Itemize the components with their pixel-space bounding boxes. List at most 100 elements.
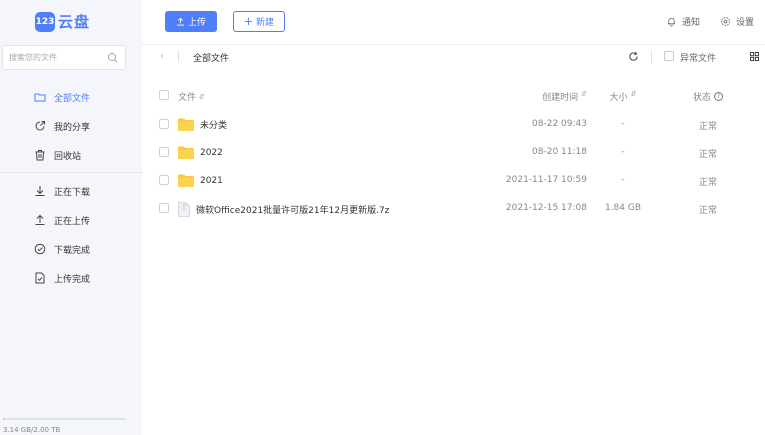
storage-text: 3.14 GB/2.00 TB xyxy=(3,426,61,434)
logo-mark: 123 xyxy=(35,11,55,32)
file-name-cell[interactable]: 2022 xyxy=(178,146,223,159)
share-icon xyxy=(35,121,45,131)
check-circle-icon xyxy=(34,243,46,255)
notify-label: 通知 xyxy=(682,18,701,28)
download-icon xyxy=(35,186,45,196)
file-name-cell[interactable]: 未分类 xyxy=(178,118,227,131)
file-size: - xyxy=(621,147,625,157)
file-check-icon xyxy=(35,272,45,284)
search-input[interactable] xyxy=(9,53,107,62)
search-box xyxy=(2,45,126,70)
toolbar-separator xyxy=(651,51,652,63)
file-time: 08-22 09:43 xyxy=(532,119,587,129)
table-row[interactable]: 微软Office2021批量许可版21年12月更新版.7z 2021-12-15… xyxy=(142,196,765,222)
row-checkbox[interactable] xyxy=(159,175,169,185)
sidebar-item-label: 回收站 xyxy=(54,151,82,162)
sort-icon: ⇵ xyxy=(199,92,205,101)
sidebar-divider xyxy=(0,172,142,173)
upload-icon xyxy=(176,17,185,26)
help-icon[interactable]: ? xyxy=(714,92,723,101)
sidebar-item-label: 正在上传 xyxy=(54,216,91,227)
header-name-label: 文件 xyxy=(178,93,197,103)
table-row[interactable]: 2022 08-20 11:18 - 正常 xyxy=(142,140,765,166)
row-checkbox[interactable] xyxy=(159,147,169,157)
grid-view-icon[interactable] xyxy=(750,52,759,61)
app-logo[interactable]: 123 云盘 xyxy=(35,11,90,32)
back-arrow-icon[interactable]: ‹ xyxy=(160,51,170,63)
folder-icon xyxy=(178,174,194,187)
file-name: 微软Office2021批量许可版21年12月更新版.7z xyxy=(196,206,390,216)
folder-icon xyxy=(178,118,194,131)
folder-icon xyxy=(34,93,46,102)
file-size: - xyxy=(621,119,625,129)
sidebar-item-download-complete[interactable]: 下载完成 xyxy=(34,241,90,257)
header-status-label: 状态 xyxy=(692,93,711,103)
abnormal-files-label: 异常文件 xyxy=(680,54,717,64)
sidebar-item-recycle-bin[interactable]: 回收站 xyxy=(34,147,81,163)
gear-icon xyxy=(721,17,730,26)
logo-text: 云盘 xyxy=(58,13,91,31)
new-button[interactable]: 新建 xyxy=(233,11,285,32)
sort-icon: ⇵ xyxy=(630,90,637,98)
sidebar-item-label: 下载完成 xyxy=(54,245,91,256)
plus-icon xyxy=(244,17,253,26)
file-size: 1.84 GB xyxy=(604,203,642,213)
trash-icon xyxy=(35,150,45,161)
abnormal-files-checkbox[interactable] xyxy=(664,51,674,61)
breadcrumb-toolbar: ‹ 全部文件 异常文件 xyxy=(142,46,765,68)
file-status: 正常 xyxy=(698,150,717,160)
sort-icon: ⇵ xyxy=(581,90,587,98)
sidebar-item-label: 全部文件 xyxy=(54,93,91,104)
search-icon[interactable] xyxy=(107,52,119,64)
table-row[interactable]: 2021 2021-11-17 10:59 - 正常 xyxy=(142,168,765,194)
sidebar-item-all-files[interactable]: 全部文件 xyxy=(34,89,90,105)
select-all-checkbox[interactable] xyxy=(159,90,169,100)
bell-icon xyxy=(667,17,676,27)
header-size[interactable]: 大小 ⇵ xyxy=(598,90,648,103)
row-checkbox[interactable] xyxy=(159,203,169,213)
sidebar-item-label: 正在下载 xyxy=(54,187,91,198)
header-time-label: 创建时间 xyxy=(542,93,579,103)
top-header: 上传 新建 通知 设置 xyxy=(142,0,765,45)
storage-bar xyxy=(3,418,126,420)
row-checkbox[interactable] xyxy=(159,119,169,129)
new-button-label: 新建 xyxy=(255,18,274,28)
breadcrumb-separator xyxy=(178,51,179,62)
sidebar: 123 云盘 全部文件 我的分享 回收站 xyxy=(0,0,142,435)
file-status: 正常 xyxy=(698,178,717,188)
file-name: 2021 xyxy=(200,175,223,186)
header-size-label: 大小 xyxy=(609,93,628,103)
file-name-cell[interactable]: 微软Office2021批量许可版21年12月更新版.7z xyxy=(178,202,389,217)
file-size: - xyxy=(621,175,625,185)
header-time[interactable]: 创建时间 ⇵ xyxy=(497,90,587,103)
sidebar-item-uploading[interactable]: 正在上传 xyxy=(34,212,90,228)
upload-icon xyxy=(35,214,45,225)
header-name[interactable]: 文件 ⇵ xyxy=(178,90,205,104)
refresh-icon[interactable] xyxy=(628,51,639,62)
folder-icon xyxy=(178,146,194,159)
sidebar-item-label: 我的分享 xyxy=(54,122,91,133)
settings-label: 设置 xyxy=(736,18,755,28)
sidebar-item-upload-complete[interactable]: 上传完成 xyxy=(34,270,90,286)
sidebar-item-my-share[interactable]: 我的分享 xyxy=(34,118,90,134)
upload-button-label: 上传 xyxy=(187,18,206,28)
sidebar-item-label: 上传完成 xyxy=(54,274,91,285)
file-name: 未分类 xyxy=(200,121,228,131)
table-header: 文件 ⇵ 创建时间 ⇵ 大小 ⇵ 状态 ? xyxy=(142,83,765,109)
file-time: 2021-11-17 10:59 xyxy=(505,175,587,185)
file-status: 正常 xyxy=(698,122,717,132)
storage-fill xyxy=(3,418,5,420)
breadcrumb[interactable]: 全部文件 xyxy=(193,51,229,64)
file-time: 08-20 11:18 xyxy=(532,147,587,157)
file-status: 正常 xyxy=(698,206,717,216)
sidebar-item-downloading[interactable]: 正在下载 xyxy=(34,183,90,199)
archive-file-icon xyxy=(178,202,190,217)
notify-link[interactable]: 通知 xyxy=(666,15,700,28)
settings-link[interactable]: 设置 xyxy=(720,15,754,28)
file-time: 2021-12-15 17:08 xyxy=(505,203,587,213)
file-name-cell[interactable]: 2021 xyxy=(178,174,223,187)
file-name: 2022 xyxy=(200,147,223,158)
table-row[interactable]: 未分类 08-22 09:43 - 正常 xyxy=(142,112,765,138)
header-status: 状态 ? xyxy=(682,90,734,103)
upload-button[interactable]: 上传 xyxy=(165,11,217,32)
